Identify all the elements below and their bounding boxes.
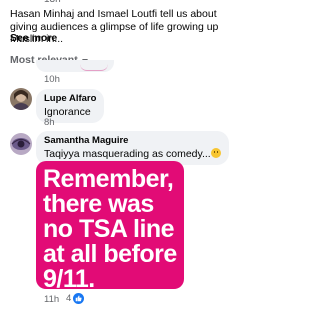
- comment-bubble: Samantha Maguire Taqiyya masquerading as…: [36, 131, 229, 165]
- comment-image-attachment[interactable]: Remember, there was no TSA line at all b…: [36, 161, 184, 289]
- reaction-count: 4: [66, 293, 72, 304]
- previous-comment-decoration: [80, 64, 108, 71]
- avatar[interactable]: [10, 133, 32, 155]
- comment-timestamp[interactable]: 8h: [44, 117, 55, 128]
- see-more-link[interactable]: See more: [10, 32, 57, 44]
- meme-text: Remember, there was no TSA line at all b…: [43, 165, 177, 290]
- smiley-icon: [210, 148, 221, 158]
- comment-author[interactable]: Samantha Maguire: [44, 135, 221, 146]
- comment-timestamp[interactable]: 11h: [44, 294, 59, 305]
- post-timestamp[interactable]: 13h: [44, 0, 61, 5]
- thumbs-up-icon: [73, 293, 85, 304]
- comment-author[interactable]: Lupe Alfaro: [44, 93, 96, 104]
- meme-line: 9/11.: [43, 265, 95, 290]
- comment-text: Taqiyya masquerading as comedy...: [44, 148, 211, 160]
- meme-line: at all before: [43, 240, 177, 268]
- meme-line: no TSA line: [43, 215, 175, 243]
- comment-timestamp[interactable]: 10h: [44, 74, 60, 85]
- avatar[interactable]: [10, 88, 32, 110]
- reaction-summary[interactable]: 4: [66, 293, 85, 304]
- comment-text-row: Taqiyya masquerading as comedy...: [44, 148, 221, 160]
- meme-line: there was: [43, 190, 154, 218]
- meme-line: Remember,: [43, 165, 174, 193]
